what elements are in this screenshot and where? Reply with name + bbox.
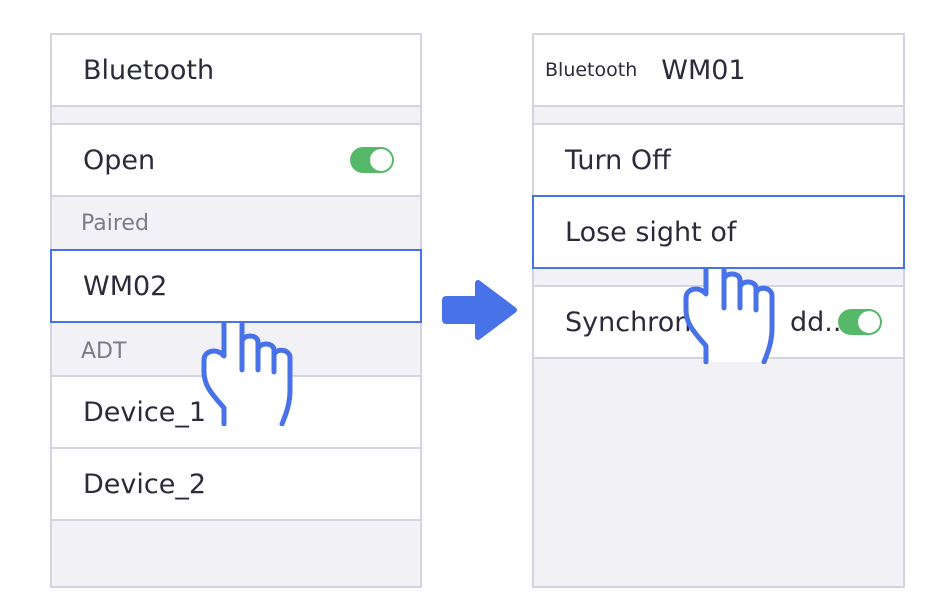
bluetooth-header: Bluetooth	[52, 35, 420, 107]
arrow-right-icon	[442, 280, 517, 340]
open-label: Open	[83, 144, 156, 176]
device-header: Bluetooth WM01	[534, 35, 903, 107]
bluetooth-screen-left: Bluetooth Open Paired WM02 ADT Device_1 …	[50, 33, 422, 588]
bluetooth-title: Bluetooth	[83, 54, 215, 86]
turn-off-item[interactable]: Turn Off	[534, 123, 903, 197]
paired-section-text: Paired	[81, 210, 149, 236]
toggle-knob	[858, 311, 880, 333]
toggle-knob	[370, 149, 392, 171]
device-row-2[interactable]: Device_2	[52, 449, 420, 521]
device-name: WM01	[661, 54, 746, 86]
paired-section-label: Paired	[52, 197, 420, 249]
paired-device-wm02[interactable]: WM02	[50, 249, 422, 323]
lose-sight-item[interactable]: Lose sight of	[532, 195, 905, 269]
lose-sight-label: Lose sight of	[565, 216, 737, 248]
open-toggle[interactable]	[350, 147, 394, 173]
paired-device-label: WM02	[83, 270, 168, 302]
adt-section-text: ADT	[81, 338, 127, 364]
device-2-label: Device_2	[83, 468, 207, 500]
open-row[interactable]: Open	[52, 123, 420, 197]
sync-toggle[interactable]	[838, 309, 882, 335]
device-1-label: Device_1	[83, 396, 207, 428]
turn-off-label: Turn Off	[565, 144, 671, 176]
bluetooth-small-label: Bluetooth	[545, 59, 638, 81]
sync-label: Synchron	[565, 306, 692, 338]
